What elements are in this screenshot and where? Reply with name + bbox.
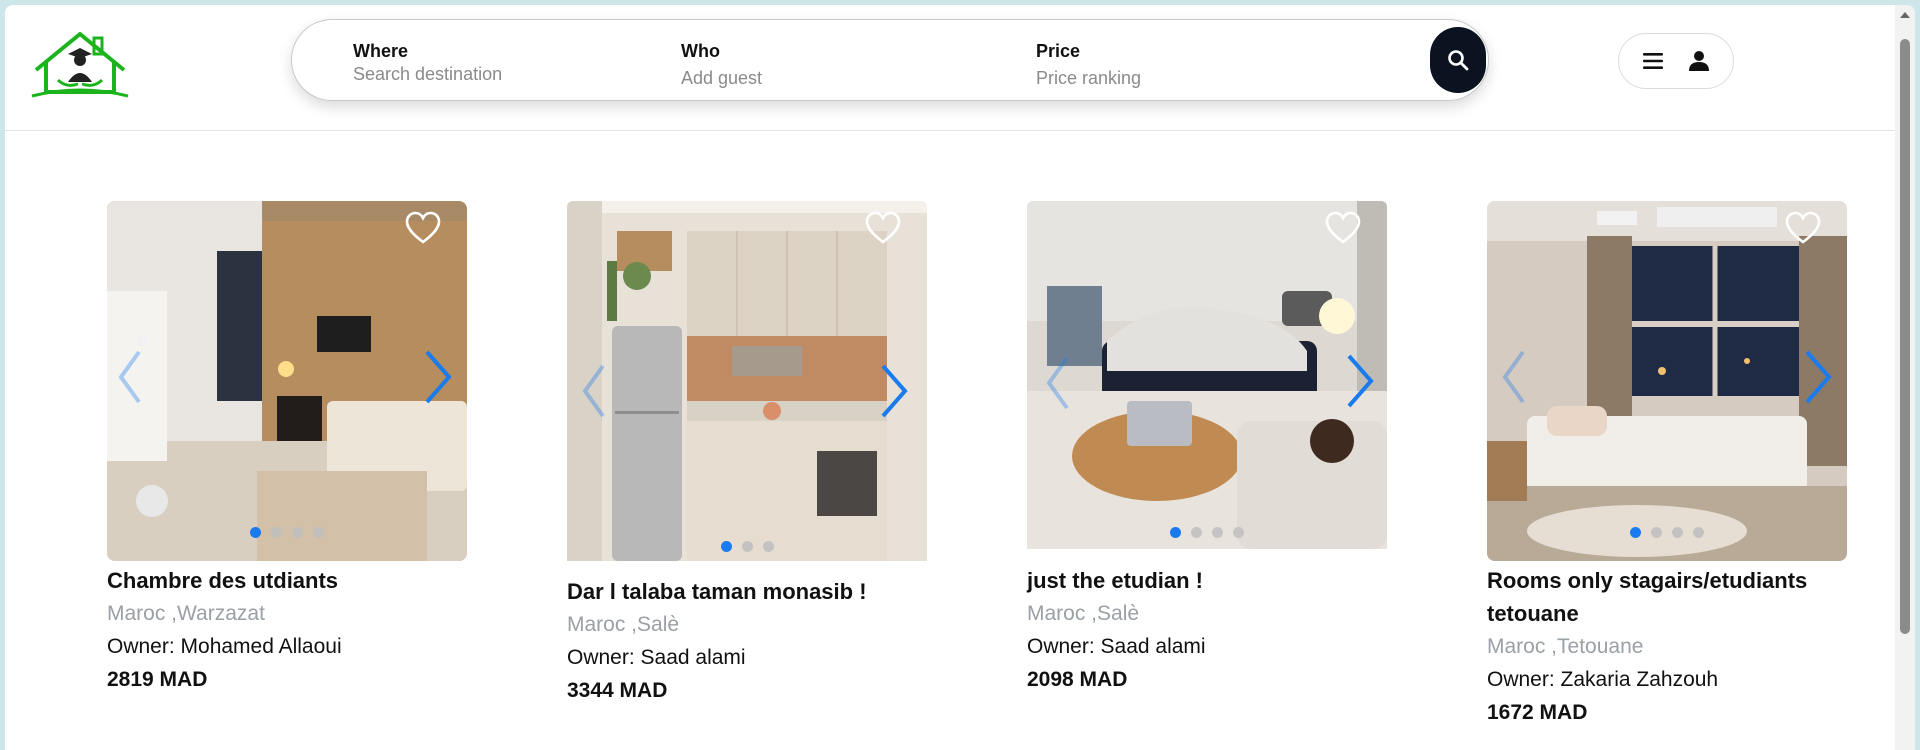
heart-outline-icon[interactable]: [1785, 211, 1821, 245]
carousel-dot[interactable]: [313, 527, 324, 538]
room-photo-image: [567, 201, 927, 561]
carousel-dot[interactable]: [250, 527, 261, 538]
chevron-left-icon[interactable]: [117, 349, 143, 405]
search-where-field[interactable]: Where: [353, 40, 593, 86]
chevron-left-icon[interactable]: [1501, 349, 1527, 405]
listing-card[interactable]: Rooms only stagairs/etudiants tetouane M…: [1487, 201, 1847, 729]
listing-price: 2819 MAD: [107, 668, 208, 691]
listing-photo[interactable]: [1027, 201, 1387, 549]
carousel-dots: [1027, 527, 1387, 538]
who-label: Who: [681, 41, 720, 61]
carousel-dot[interactable]: [1233, 527, 1244, 538]
search-price-field[interactable]: Price Price ranking: [1036, 40, 1141, 90]
listing-card[interactable]: just the etudian ! Maroc ,Salè Owner: Sa…: [1027, 201, 1387, 696]
site-header: Where Who Add guest Price Price ranking: [5, 5, 1895, 131]
listing-owner: Owner: Mohamed Allaoui: [107, 635, 342, 658]
listing-price: 1672 MAD: [1487, 701, 1588, 724]
listing-card[interactable]: Dar l talaba taman monasib ! Maroc ,Salè…: [567, 201, 927, 707]
listing-card[interactable]: Chambre des utdiants Maroc ,Warzazat Own…: [107, 201, 467, 696]
chevron-left-icon[interactable]: [581, 363, 607, 419]
carousel-dot[interactable]: [271, 527, 282, 538]
listing-title[interactable]: Rooms only stagairs/etudiants tetouane: [1487, 564, 1847, 630]
chevron-left-icon[interactable]: [1045, 355, 1071, 411]
carousel-dot[interactable]: [1191, 527, 1202, 538]
where-label: Where: [353, 41, 409, 61]
listing-photo[interactable]: [567, 201, 927, 561]
carousel-dot[interactable]: [1212, 527, 1223, 538]
listing-title[interactable]: just the etudian !: [1027, 564, 1387, 597]
listing-location: Maroc ,Salè: [1027, 602, 1140, 625]
listing-title[interactable]: Dar l talaba taman monasib !: [567, 575, 927, 608]
carousel-dot[interactable]: [1672, 527, 1683, 538]
hamburger-icon: [1643, 53, 1664, 69]
listing-photo[interactable]: [1487, 201, 1847, 561]
room-photo-image: [1487, 201, 1847, 561]
search-button[interactable]: [1430, 27, 1486, 93]
listing-owner: Owner: Saad alami: [567, 646, 746, 669]
listing-price: 2098 MAD: [1027, 668, 1128, 691]
carousel-dot[interactable]: [1630, 527, 1641, 538]
destination-input[interactable]: [353, 62, 593, 86]
heart-outline-icon[interactable]: [1325, 211, 1361, 245]
carousel-dot[interactable]: [292, 527, 303, 538]
browser-window: Where Who Add guest Price Price ranking: [5, 5, 1915, 750]
room-photo-image: [1027, 201, 1387, 549]
listing-location: Maroc ,Salè: [567, 613, 680, 636]
chevron-right-icon[interactable]: [1345, 353, 1375, 409]
search-who-field[interactable]: Who Add guest: [681, 40, 762, 90]
carousel-dots: [107, 527, 467, 538]
listing-location: Maroc ,Tetouane: [1487, 635, 1644, 658]
scrollbar-thumb[interactable]: [1900, 39, 1910, 634]
chevron-right-icon[interactable]: [1803, 349, 1833, 405]
listing-location: Maroc ,Warzazat: [107, 602, 265, 625]
listing-price: 3344 MAD: [567, 679, 668, 702]
carousel-dot[interactable]: [1170, 527, 1181, 538]
listing-owner: Owner: Zakaria Zahzouh: [1487, 668, 1719, 691]
user-icon: [1688, 51, 1709, 71]
heart-outline-icon[interactable]: [865, 211, 901, 245]
price-label: Price: [1036, 41, 1081, 61]
listing-photo[interactable]: [107, 201, 467, 561]
heart-outline-icon[interactable]: [405, 211, 441, 245]
scrollbar[interactable]: [1895, 5, 1915, 750]
house-graduate-logo[interactable]: [30, 30, 130, 98]
carousel-dot[interactable]: [1693, 527, 1704, 538]
add-guest-hint: Add guest: [681, 68, 763, 88]
room-photo-image: [107, 201, 467, 561]
carousel-dot[interactable]: [762, 541, 774, 552]
search-bar: Where Who Add guest Price Price ranking: [291, 19, 1489, 101]
search-icon: [1448, 50, 1469, 71]
chevron-right-icon[interactable]: [423, 349, 453, 405]
chevron-right-icon[interactable]: [879, 363, 909, 419]
listing-owner: Owner: Saad alami: [1027, 635, 1206, 658]
scroll-up-arrow[interactable]: [1900, 12, 1910, 18]
price-ranking-hint: Price ranking: [1036, 68, 1142, 88]
carousel-dot[interactable]: [720, 541, 732, 552]
carousel-dot[interactable]: [1651, 527, 1662, 538]
carousel-dots: [1487, 527, 1847, 538]
listing-title[interactable]: Chambre des utdiants: [107, 564, 467, 597]
carousel-dots: [567, 541, 927, 552]
user-menu-button[interactable]: [1618, 33, 1734, 89]
carousel-dot[interactable]: [741, 541, 753, 552]
